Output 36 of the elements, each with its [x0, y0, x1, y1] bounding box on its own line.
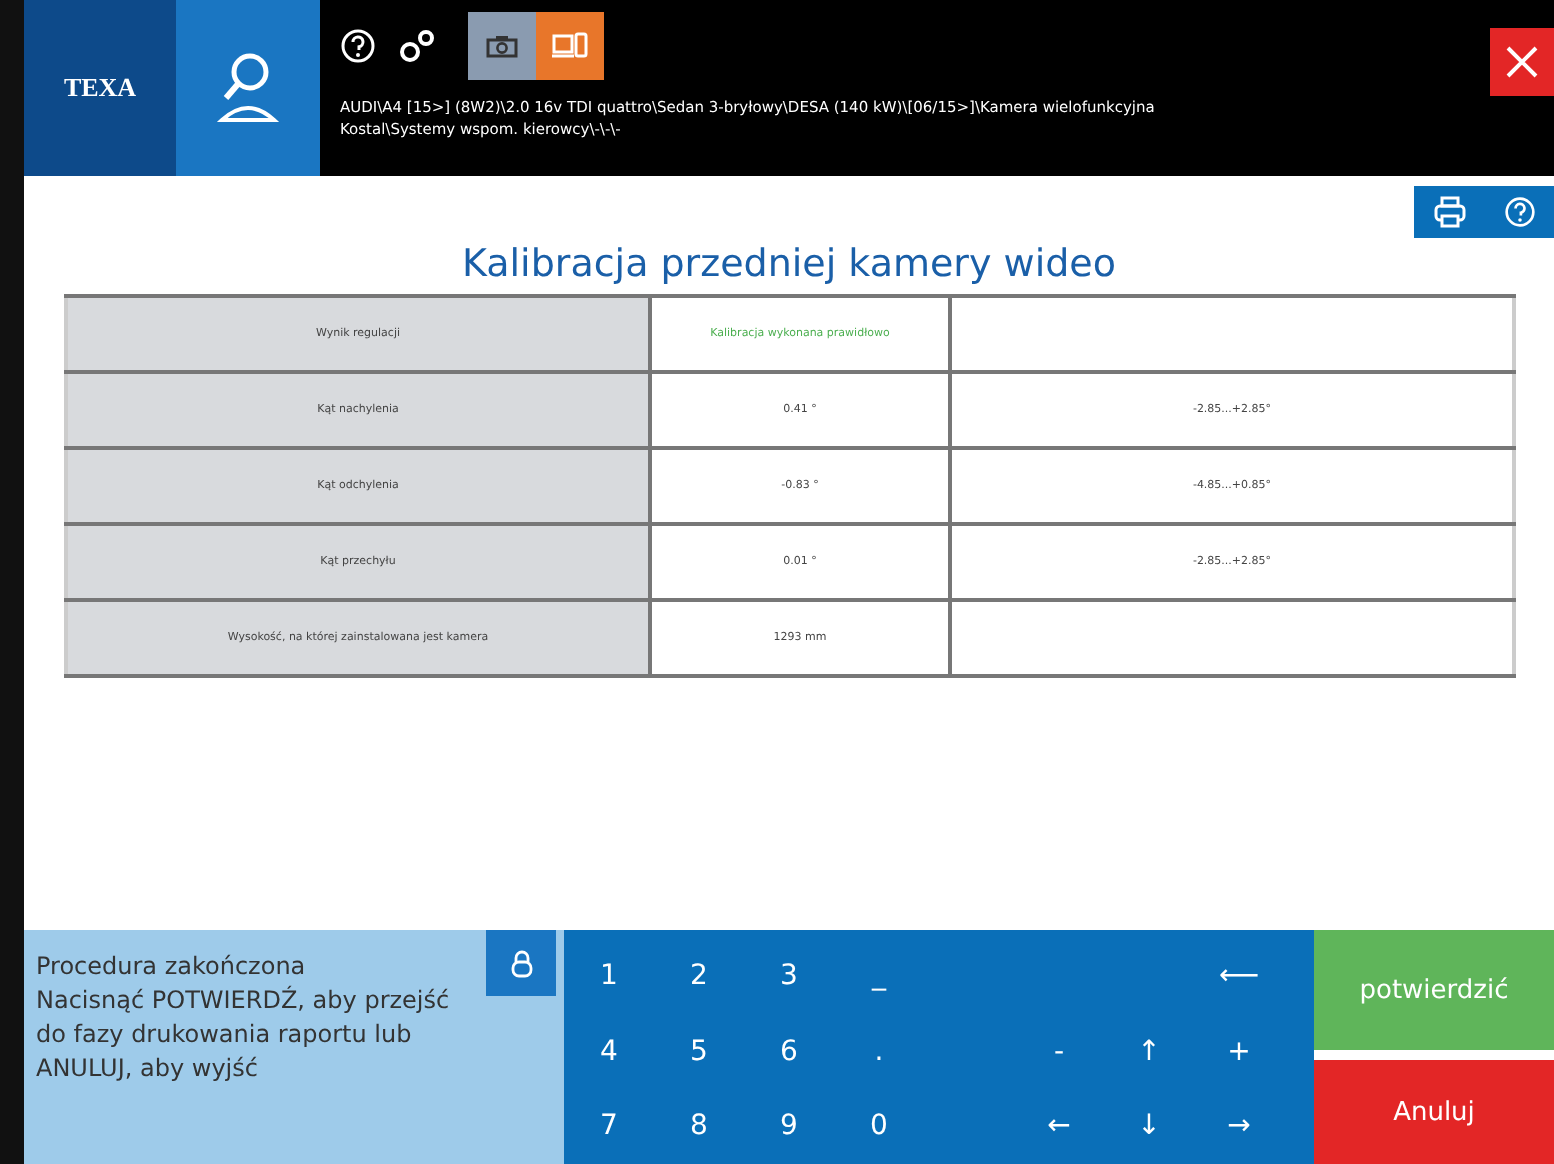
keypad-key[interactable]: 7 — [564, 1088, 654, 1164]
page-title: Kalibracja przedniej kamery wideo — [460, 242, 1118, 286]
close-icon — [1504, 44, 1540, 80]
search-button[interactable] — [176, 0, 320, 176]
keypad-key[interactable]: 4 — [564, 1013, 654, 1089]
texa-logo: TEXA — [24, 0, 176, 176]
message-text: Nacisnąć POTWIERDŹ, aby przejść do fazy drukowania raportu lub ANULUJ, aby wyjść — [36, 984, 452, 1086]
keypad-key[interactable]: 9 — [744, 1088, 834, 1164]
keypad-key[interactable]: 6 — [744, 1013, 834, 1089]
keypad-key[interactable]: ↓ — [1104, 1088, 1194, 1164]
keypad-key[interactable]: ⟵ — [1194, 938, 1284, 1014]
help-icon[interactable] — [340, 28, 376, 64]
camera-icon — [486, 34, 518, 58]
keypad-key[interactable]: . — [834, 1013, 924, 1089]
device-button[interactable] — [536, 12, 604, 80]
camera-button[interactable] — [468, 12, 536, 80]
keypad-key[interactable]: 8 — [654, 1088, 744, 1164]
keypad-key[interactable]: + — [1194, 1013, 1284, 1089]
keypad-key[interactable]: - — [1014, 1013, 1104, 1089]
search-icon — [214, 48, 282, 128]
cancel-button[interactable]: Anuluj — [1314, 1060, 1554, 1164]
lock-icon — [509, 949, 534, 977]
message-text: Procedura zakończona — [36, 950, 308, 984]
keypad-key[interactable]: 1 — [564, 938, 654, 1014]
keypad-key[interactable]: _ — [834, 938, 924, 1014]
keypad-key[interactable]: 3 — [744, 938, 834, 1014]
keypad-key[interactable]: 5 — [654, 1013, 744, 1089]
device-icon — [552, 30, 588, 62]
keypad-key[interactable]: 2 — [654, 938, 744, 1014]
keypad-key[interactable]: ← — [1014, 1088, 1104, 1164]
close-button[interactable] — [1490, 28, 1554, 96]
lock-button[interactable] — [486, 930, 556, 996]
keypad-key[interactable]: ↑ — [1104, 1013, 1194, 1089]
print-icon[interactable] — [1433, 196, 1465, 228]
keypad-key[interactable]: → — [1194, 1088, 1284, 1164]
keypad-key[interactable]: 0 — [834, 1088, 924, 1164]
